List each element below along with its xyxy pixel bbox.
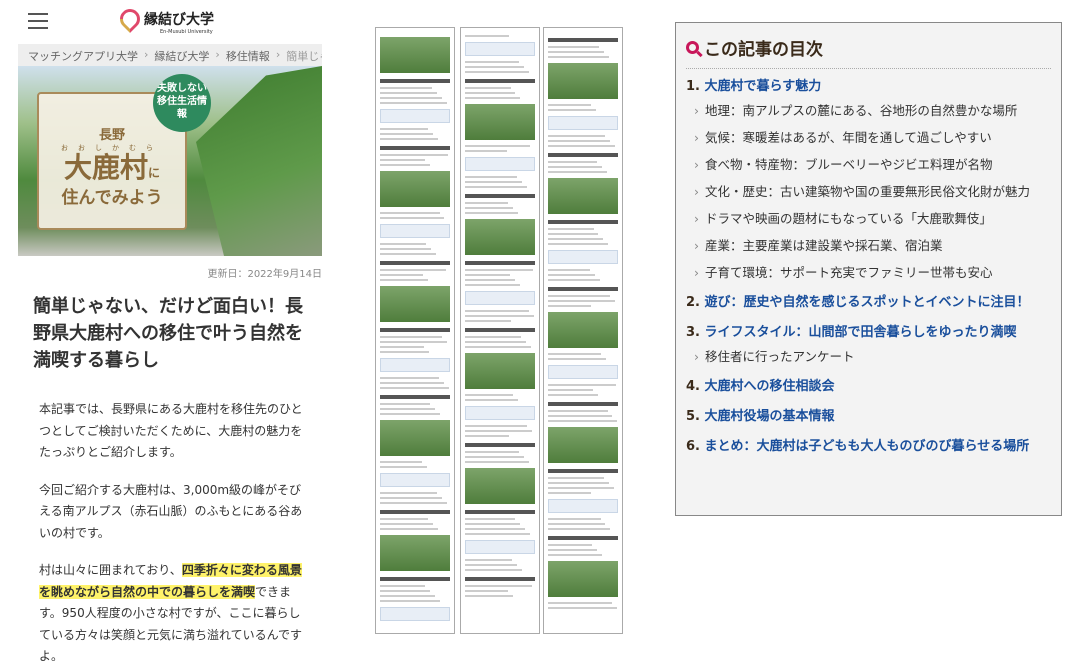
paragraph: 本記事では、長野県にある大鹿村を移住先のひとつとしてご検討いただくために、大鹿村… <box>39 402 303 459</box>
toc-section[interactable]: 5. 大鹿村役場の基本情報 <box>686 408 1051 426</box>
toc-section[interactable]: 6. まとめ：大鹿村は子どもも大人ものびのび暮らせる場所 <box>686 438 1051 456</box>
toc-link[interactable]: 大鹿村への移住相談会 <box>705 379 835 394</box>
page-thumbnail-2[interactable] <box>460 27 540 634</box>
toc-number: 1. <box>686 79 700 94</box>
breadcrumb-item[interactable]: マッチングアプリ大学 <box>28 48 138 63</box>
breadcrumb: マッチングアプリ大学› 縁結び大学› 移住情報› 簡単じゃない、 <box>18 44 322 66</box>
toc-link[interactable]: 遊び：歴史や自然を感じるスポットとイベントに注目！ <box>705 295 1030 310</box>
hero-tagline: 住んでみよう <box>61 188 163 208</box>
paragraph: 今回ご紹介する大鹿村は、3,000m級の峰がそびえる南アルプス（赤石山脈）のふも… <box>39 482 303 540</box>
hero-prefecture: 長野 <box>98 128 125 143</box>
toc-link[interactable]: 大鹿村役場の基本情報 <box>705 409 835 424</box>
toc-subitem[interactable]: ドラマや映画の題材にもなっている「大鹿歌舞伎」 <box>694 210 1051 228</box>
site-logo[interactable]: 縁結び大学 En-Musubi University <box>115 4 214 35</box>
toc-subitem[interactable]: 地理：南アルプスの麓にある、谷地形の自然豊かな場所 <box>694 102 1051 120</box>
toc-subitem[interactable]: 文化・歴史：古い建築物や国の重要無形民俗文化財が魅力 <box>694 183 1051 201</box>
toc-number: 2. <box>686 295 700 310</box>
toc-section[interactable]: 1. 大鹿村で暮らす魅力 <box>686 78 1051 96</box>
page-thumbnail-1[interactable] <box>375 27 455 634</box>
toc-subitem[interactable]: 子育て環境：サポート充実でファミリー世帯も安心 <box>694 264 1051 282</box>
toc-section[interactable]: 2. 遊び：歴史や自然を感じるスポットとイベントに注目！ <box>686 294 1051 312</box>
toc-link[interactable]: 大鹿村で暮らす魅力 <box>705 79 822 94</box>
toc-section[interactable]: 4. 大鹿村への移住相談会 <box>686 378 1051 396</box>
hero-badge: 失敗しない移住生活情報 <box>153 74 211 132</box>
text: 村は山々に囲まれており、 <box>39 563 182 577</box>
updated-date: 更新日：2022年9月14日 <box>207 269 322 280</box>
article-title: 簡単じゃない、だけど面白い！長野県大鹿村への移住で叶う自然を満喫する暮らし <box>33 296 303 371</box>
toc-subitem[interactable]: 移住者に行ったアンケート <box>694 348 1051 366</box>
hero-village: 大鹿村 <box>63 151 148 184</box>
toc-number: 4. <box>686 379 700 394</box>
article-body: 本記事では、長野県にある大鹿村を移住先のひとつとしてご検討いただくために、大鹿村… <box>39 399 311 668</box>
toc-number: 6. <box>686 439 700 454</box>
toc-number: 3. <box>686 325 700 340</box>
paragraph: 村は山々に囲まれており、四季折々に変わる風景を眺めながら自然の中での暮らしを満喫… <box>39 560 311 668</box>
toc-subitem[interactable]: 産業：主要産業は建設業や採石業、宿泊業 <box>694 237 1051 255</box>
breadcrumb-item[interactable]: 縁結び大学 <box>154 48 209 63</box>
table-of-contents: この記事の目次 1. 大鹿村で暮らす魅力地理：南アルプスの麓にある、谷地形の自然… <box>675 22 1062 516</box>
breadcrumb-item[interactable]: 移住情報 <box>226 48 270 63</box>
toc-list: 1. 大鹿村で暮らす魅力地理：南アルプスの麓にある、谷地形の自然豊かな場所気候：… <box>686 78 1051 456</box>
logo-title: 縁結び大学 <box>144 12 214 28</box>
heart-logo-icon <box>115 4 145 34</box>
search-icon <box>686 41 699 54</box>
hero-image: 長野 おおしかむら 大鹿村に 住んでみよう 失敗しない移住生活情報 <box>18 66 322 256</box>
toc-heading: この記事の目次 <box>704 40 823 60</box>
toc-number: 5. <box>686 409 700 424</box>
toc-section[interactable]: 3. ライフスタイル：山間部で田舎暮らしをゆったり満喫 <box>686 324 1051 342</box>
toc-subitem[interactable]: 食べ物・特産物：ブルーベリーやジビエ料理が名物 <box>694 156 1051 174</box>
hero-suffix: に <box>148 166 161 180</box>
logo-subtitle: En-Musubi University <box>160 29 213 35</box>
toc-link[interactable]: ライフスタイル：山間部で田舎暮らしをゆったり満喫 <box>705 325 1017 340</box>
breadcrumb-current: 簡単じゃない、 <box>286 50 322 63</box>
toc-subitem[interactable]: 気候：寒暖差はあるが、年間を通して過ごしやすい <box>694 129 1051 147</box>
page-thumbnail-3[interactable] <box>543 27 623 634</box>
toc-link[interactable]: まとめ：大鹿村は子どもも大人ものびのび暮らせる場所 <box>705 439 1030 454</box>
hamburger-menu-icon[interactable] <box>28 13 48 29</box>
